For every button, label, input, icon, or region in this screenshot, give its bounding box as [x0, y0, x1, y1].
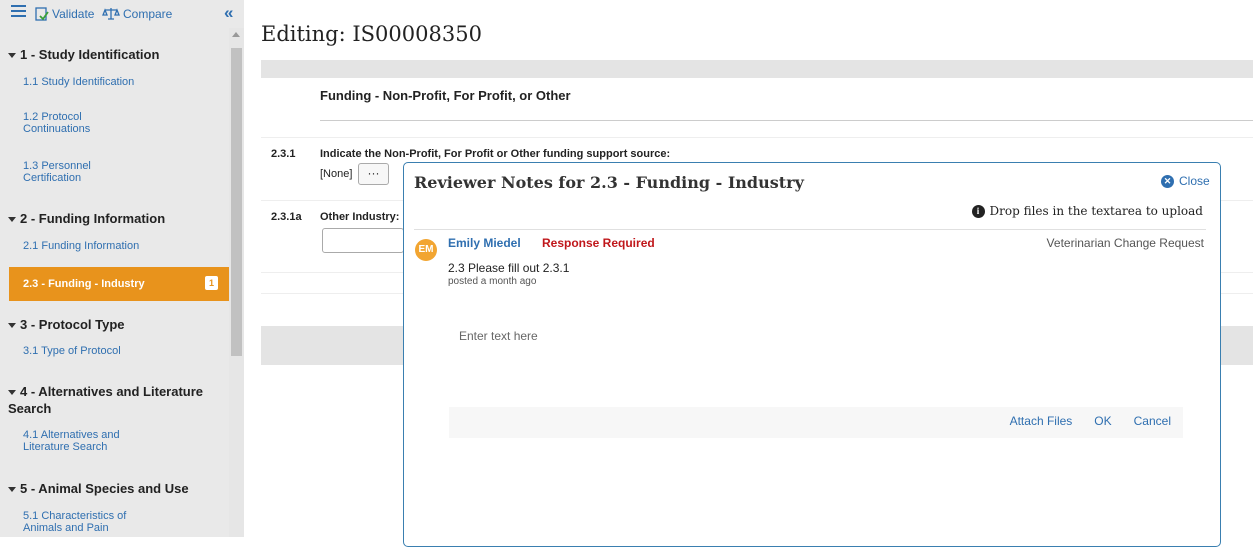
collapse-sidebar-icon[interactable]: « [224, 3, 233, 23]
expanded-triangle-icon [8, 53, 16, 59]
question-number: 2.3.1a [271, 211, 302, 223]
sidebar: Validate Compare « 1 - Study Identificat… [0, 0, 244, 537]
other-industry-input[interactable] [322, 228, 404, 253]
page-title: Editing: IS00008350 [261, 22, 482, 46]
expanded-triangle-icon [8, 323, 16, 329]
reply-textarea[interactable] [449, 317, 1183, 407]
expanded-triangle-icon [8, 217, 16, 223]
selected-value: [None] [320, 168, 353, 180]
menu-icon[interactable] [11, 5, 26, 17]
sidebar-toolbar: Validate Compare « [0, 0, 244, 28]
reviewer-note-badge-icon[interactable]: 1 [205, 276, 218, 290]
sidebar-scrollbar[interactable] [229, 28, 244, 537]
status-badge: Response Required [542, 236, 655, 250]
close-button[interactable]: ✕ Close [1161, 174, 1210, 188]
question-number: 2.3.1 [271, 148, 296, 160]
note-author[interactable]: Emily Miedel [448, 236, 521, 250]
note-timestamp: posted a month ago [448, 276, 537, 287]
nav-item-label: 2.3 - Funding - Industry [23, 278, 145, 290]
reply-actions: Attach Files OK Cancel [1010, 414, 1171, 428]
avatar: EM [415, 239, 437, 261]
validate-button[interactable]: Validate [35, 6, 94, 22]
nav-section-4[interactable]: 4 - Alternatives and Literature Search [8, 383, 223, 417]
divider [261, 137, 1253, 138]
nav-item-2-3-active[interactable]: 2.3 - Funding - Industry 1 [9, 267, 229, 301]
reviewer-notes-dialog: Reviewer Notes for 2.3 - Funding - Indus… [403, 162, 1221, 547]
drop-files-hint: i Drop files in the textarea to upload [971, 204, 1204, 218]
question-text: Indicate the Non-Profit, For Profit or O… [320, 148, 671, 160]
nav-item-1-3[interactable]: 1.3 Personnel Certification [23, 160, 133, 184]
expanded-triangle-icon [8, 390, 16, 396]
divider [320, 120, 1253, 121]
validate-label: Validate [52, 7, 95, 21]
scroll-thumb[interactable] [231, 48, 242, 356]
nav-section-2[interactable]: 2 - Funding Information [8, 210, 165, 227]
ok-button[interactable]: OK [1094, 414, 1111, 428]
dialog-title: Reviewer Notes for 2.3 - Funding - Indus… [414, 173, 804, 192]
nav-item-5-1[interactable]: 5.1 Characteristics of Animals and Pain [23, 510, 133, 534]
attach-files-button[interactable]: Attach Files [1010, 414, 1073, 428]
header-band [261, 60, 1253, 78]
close-icon: ✕ [1161, 174, 1174, 188]
expanded-triangle-icon [8, 487, 16, 493]
drop-hint-text: Drop files in the textarea to upload [989, 204, 1204, 218]
reply-box: Attach Files OK Cancel [449, 317, 1183, 438]
form-heading: Funding - Non-Profit, For Profit, or Oth… [320, 88, 571, 103]
validate-icon [35, 7, 49, 21]
nav-item-4-1[interactable]: 4.1 Alternatives and Literature Search [23, 429, 133, 453]
divider [414, 229, 1206, 230]
note-text: 2.3 Please fill out 2.3.1 [448, 261, 570, 275]
nav-item-1-2[interactable]: 1.2 Protocol Continuations [23, 111, 133, 135]
compare-icon [102, 8, 120, 20]
nav-item-3-1[interactable]: 3.1 Type of Protocol [23, 345, 121, 357]
nav-section-1[interactable]: 1 - Study Identification [8, 46, 159, 63]
nav-item-1-1[interactable]: 1.1 Study Identification [23, 76, 134, 88]
compare-label: Compare [123, 7, 173, 21]
scroll-up-arrow-icon[interactable] [232, 32, 240, 37]
note-category: Veterinarian Change Request [1046, 236, 1204, 250]
cancel-button[interactable]: Cancel [1134, 414, 1171, 428]
compare-button[interactable]: Compare [102, 6, 172, 22]
question-text: Other Industry: [320, 211, 400, 223]
info-icon: i [971, 204, 985, 218]
nav-item-2-1[interactable]: 2.1 Funding Information [23, 240, 139, 252]
nav-section-3[interactable]: 3 - Protocol Type [8, 316, 125, 333]
close-label: Close [1179, 174, 1210, 188]
nav-section-5[interactable]: 5 - Animal Species and Use [8, 480, 189, 497]
select-source-button[interactable]: ··· [358, 163, 389, 185]
